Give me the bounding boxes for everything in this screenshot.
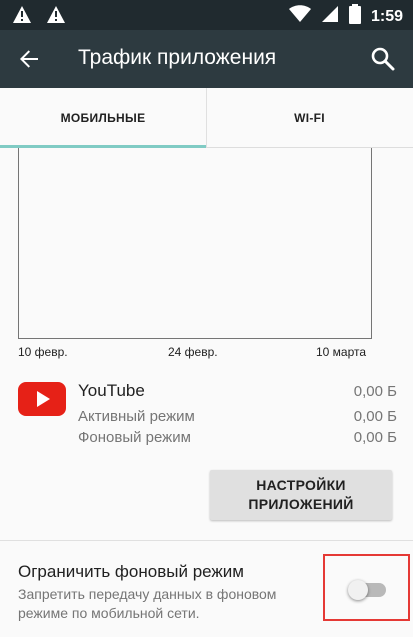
warning-icon <box>12 5 32 30</box>
page-title: Трафик приложения <box>78 46 277 69</box>
app-settings-button-line1: НАСТРОЙКИ <box>256 477 346 493</box>
battery-icon <box>348 4 361 29</box>
arrow-back-icon[interactable] <box>14 44 44 74</box>
wifi-icon <box>288 5 311 28</box>
usage-chart[interactable] <box>0 148 413 363</box>
usage-chart-plot <box>18 148 372 339</box>
foreground-label: Активный режим <box>78 408 195 425</box>
tab-wifi-label: WI-FI <box>294 111 325 125</box>
app-settings-button[interactable]: НАСТРОЙКИ ПРИЛОЖЕНИЙ <box>210 470 392 520</box>
x-tick-label: 10 февр. <box>18 345 68 359</box>
foreground-value: 0,00 Б <box>353 408 397 425</box>
youtube-icon <box>18 379 66 419</box>
clock: 1:59 <box>370 7 403 25</box>
warning-icon <box>46 5 66 30</box>
x-tick-label: 24 февр. <box>168 345 218 359</box>
x-tick-label: 10 марта <box>316 345 367 359</box>
restrict-background-description: Запретить передачу данных в фоновом режи… <box>18 586 277 621</box>
app-total-value: 0,00 Б <box>353 383 397 400</box>
background-label: Фоновый режим <box>78 429 191 446</box>
toggle-thumb <box>348 580 368 600</box>
app-usage-row: YouTube 0,00 Б Активный режим 0,00 Б Фон… <box>0 375 413 455</box>
app-settings-button-line2: ПРИЛОЖЕНИЙ <box>248 496 354 512</box>
divider <box>0 540 413 541</box>
tab-mobile-label: МОБИЛЬНЫЕ <box>60 111 146 125</box>
tab-wifi[interactable]: WI-FI <box>206 88 412 148</box>
background-value: 0,00 Б <box>353 429 397 446</box>
restrict-background-title: Ограничить фоновый режим <box>18 562 244 581</box>
app-bar: Трафик приложения <box>0 30 413 88</box>
status-bar: 1:59 <box>0 0 413 30</box>
search-icon[interactable] <box>369 45 397 73</box>
restrict-background-toggle[interactable] <box>348 580 386 600</box>
tab-bar: МОБИЛЬНЫЕ WI-FI <box>0 88 413 148</box>
cellular-signal-icon <box>321 5 339 28</box>
tab-mobile[interactable]: МОБИЛЬНЫЕ <box>0 88 206 148</box>
app-name: YouTube <box>78 381 145 400</box>
